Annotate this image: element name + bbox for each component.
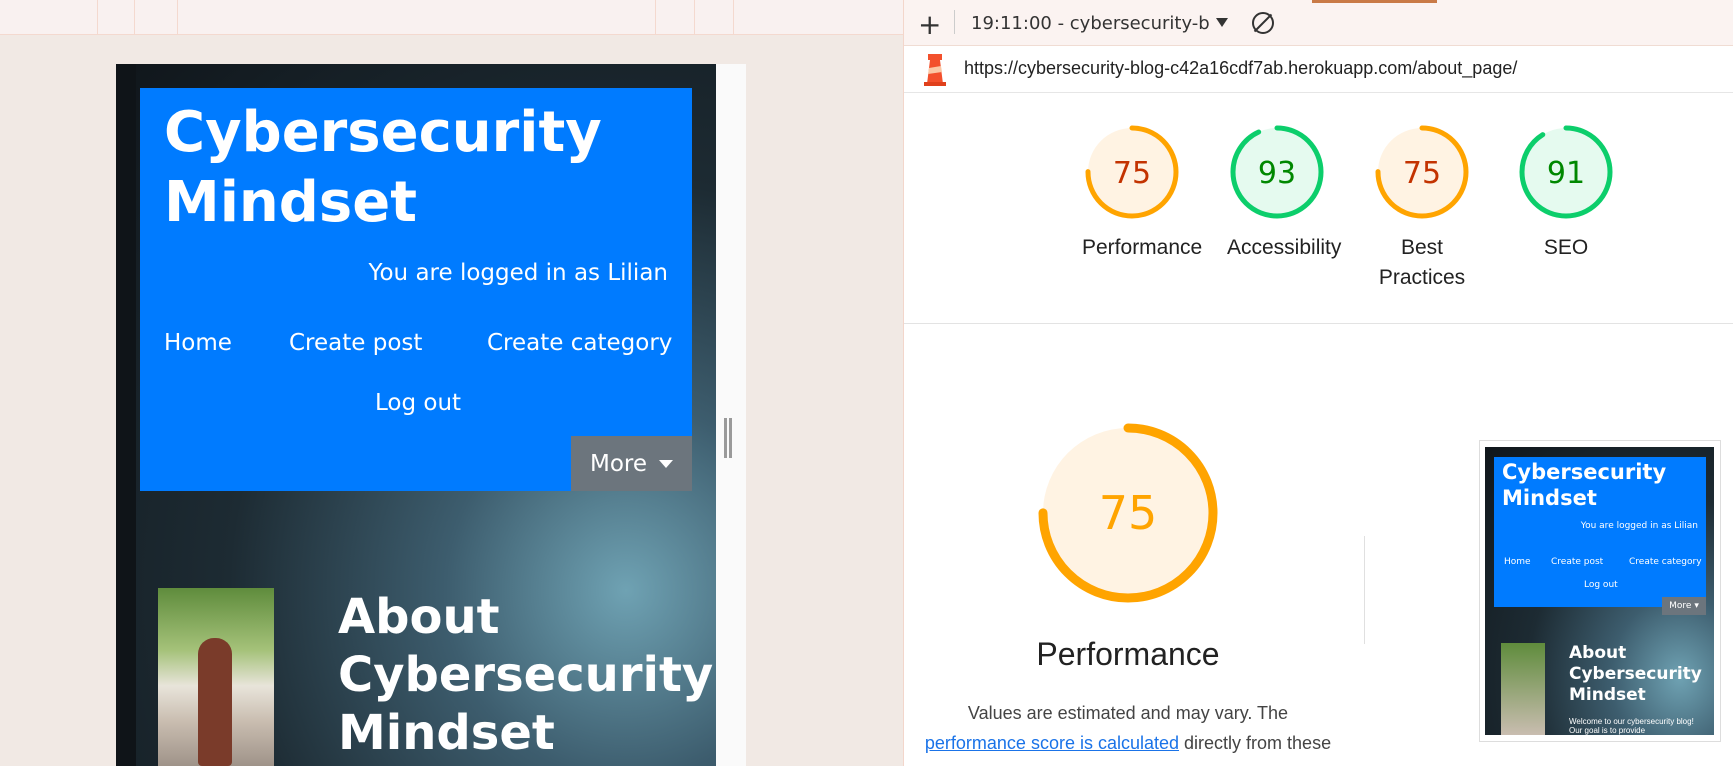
report-url[interactable]: https://cybersecurity-blog-c42a16cdf7ab.… [964,58,1517,79]
description-text: Values are estimated and may vary. The [967,703,1289,723]
gauge-ring: 93 [1230,125,1324,219]
description-text-continued: directly from these [1184,733,1332,753]
gauge-label: SEO [1543,236,1589,259]
gauge-label: Best Practices [1378,236,1466,289]
nav-link-home[interactable]: Home [164,330,232,356]
gauge-ring: 75 [1085,125,1179,219]
device-scroll-gutter [716,64,746,766]
resize-handle[interactable] [724,418,732,458]
clear-reports-icon[interactable] [1252,12,1274,34]
report-url-bar: https://cybersecurity-blog-c42a16cdf7ab.… [904,46,1733,93]
section-divider [904,323,1733,324]
thumbnail-link-home: Home [1504,557,1531,567]
active-tab-indicator [1312,0,1437,3]
performance-section-title: Performance [1036,636,1220,672]
thumbnail-link-log-out: Log out [1584,580,1618,590]
score-calculation-link[interactable]: performance score is calculated [925,733,1179,753]
lighthouse-panel: + 19:11:00 - cybersecurity-blog-c https:… [903,0,1733,766]
ruler-segment [655,0,656,34]
gauge-score-value: 75 [1403,156,1441,191]
score-gauge-seo[interactable]: 91 SEO [1516,122,1616,263]
more-dropdown-button[interactable]: More [571,436,692,491]
device-viewport-area: Cybersecurity Mindset You are logged in … [0,0,903,766]
thumbnail-logged-in: You are logged in as Lilian [1580,521,1698,531]
toolbar-separator [954,10,955,34]
gauge-ring: 91 [1519,125,1613,219]
nav-link-log-out[interactable]: Log out [375,390,461,416]
nav-link-create-post[interactable]: Create post [289,330,422,356]
site-navbar: Cybersecurity Mindset You are logged in … [140,88,692,491]
logged-in-status: You are logged in as Lilian [368,260,668,286]
new-report-plus-icon[interactable]: + [918,8,941,41]
ruler-segment [97,0,98,34]
report-selector[interactable]: 19:11:00 - cybersecurity-blog-c [971,13,1209,34]
gauge-ring: 75 [1375,125,1469,219]
ruler-segment [134,0,135,34]
ruler-segment [177,0,178,34]
gauge-label: Performance [1082,236,1203,259]
thumbnail-link-create-post: Create post [1551,557,1604,567]
column-divider [1364,536,1365,644]
gauge-score-value: 93 [1258,156,1296,191]
score-gauge-best-practices[interactable]: 75 Best Practices [1372,122,1472,293]
gauge-score-value: 75 [1113,156,1151,191]
author-photo [158,588,274,766]
thumbnail-brand: Cybersecurity Mindset [1502,460,1667,510]
performance-gauge-large: 75 [1038,423,1218,603]
lighthouse-toolbar: + 19:11:00 - cybersecurity-blog-c [904,0,1733,46]
thumbnail-navbar: Cybersecurity Mindset You are logged in … [1494,457,1706,615]
thumbnail-welcome-text: Welcome to our cybersecurity blog! Our g… [1569,717,1694,735]
lighthouse-icon [924,54,946,86]
thumbnail-more-button: More ▾ [1662,597,1706,615]
score-gauge-performance[interactable]: 75 Performance [1082,122,1203,263]
nav-link-create-category[interactable]: Create category [487,330,672,356]
device-ruler [0,0,903,35]
ruler-segment [694,0,695,34]
site-brand[interactable]: Cybersecurity Mindset [164,98,664,238]
gauge-label: Accessibility [1227,236,1342,259]
thumbnail-about-heading: About Cybersecurity Mindset [1569,643,1702,705]
gauge-score-value: 91 [1547,156,1585,191]
person-figure [198,638,232,766]
ruler-segment [733,0,734,34]
about-heading: About Cybersecurity Mindset [338,589,714,761]
caret-down-icon [659,459,674,468]
report-dropdown-icon[interactable] [1216,18,1228,27]
final-screenshot-thumbnail[interactable]: Cybersecurity Mindset You are logged in … [1479,440,1721,742]
large-score-value: 75 [1099,486,1158,540]
performance-description: Values are estimated and may vary. The p… [924,698,1332,758]
thumbnail-photo [1501,643,1545,735]
thumbnail-page: Cybersecurity Mindset You are logged in … [1485,447,1714,735]
score-gauge-accessibility[interactable]: 93 Accessibility [1227,122,1342,263]
thumbnail-more-label: More [1669,601,1692,611]
page-edge [116,64,136,766]
more-label: More [589,450,648,477]
thumbnail-link-create-category: Create category [1629,557,1702,567]
